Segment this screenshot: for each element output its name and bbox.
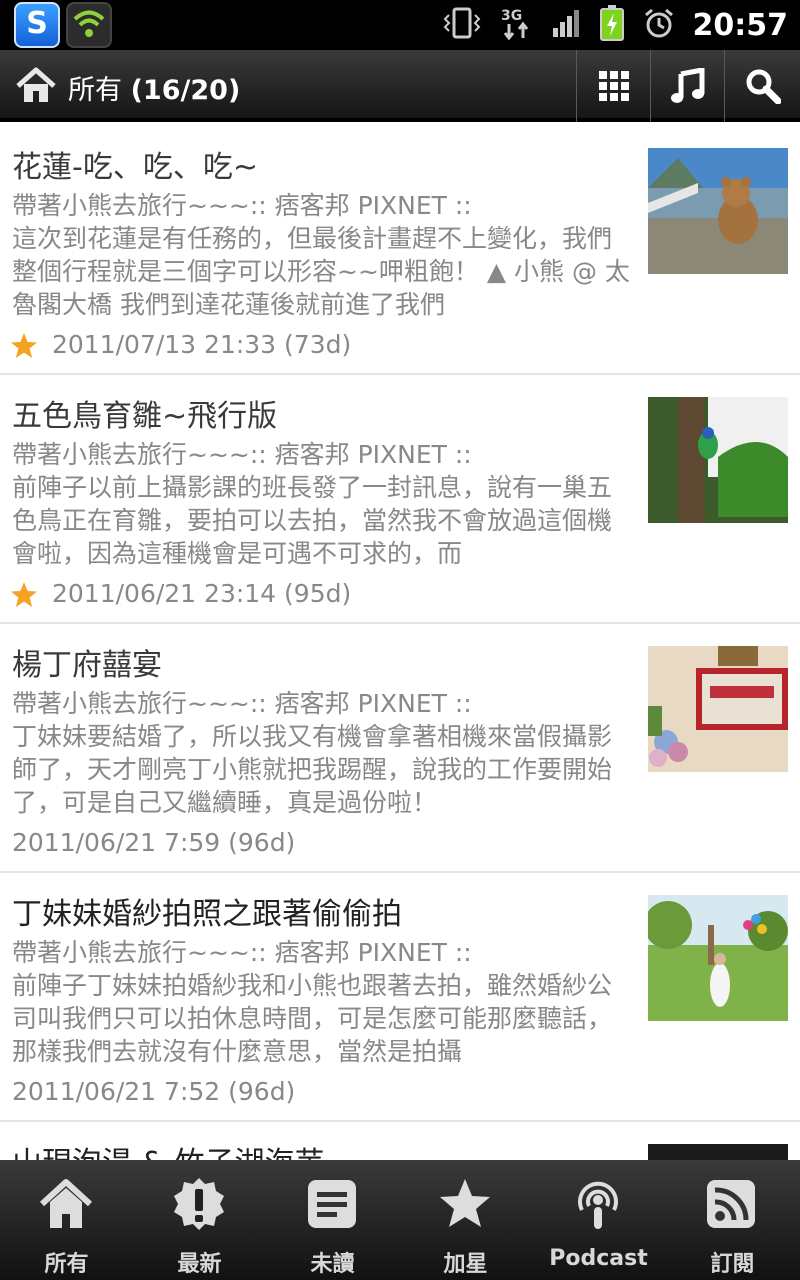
article-source: 帶著小熊去旅行~~~:: 痞客邦 PIXNET :: — [12, 689, 472, 718]
home-icon — [39, 1179, 93, 1228]
alarm-icon — [643, 7, 675, 43]
shield-app-notification-icon — [66, 2, 112, 48]
podcast-icon — [578, 1181, 618, 1229]
article-source: 帶著小熊去旅行~~~:: 痞客邦 PIXNET :: — [12, 938, 472, 967]
article-source: 帶著小熊去旅行~~~:: 痞客邦 PIXNET :: — [12, 191, 472, 220]
nav-unread[interactable]: 未讀 — [266, 1160, 399, 1280]
article-source: 帶著小熊去旅行~~~:: 痞客邦 PIXNET :: — [12, 440, 472, 469]
nav-label: 訂閱 — [710, 1252, 755, 1277]
nav-subscriptions[interactable]: 訂閱 — [665, 1160, 800, 1280]
article-list[interactable]: 花蓮-吃、吃、吃~ 帶著小熊去旅行~~~:: 痞客邦 PIXNET :: 這次到… — [0, 126, 800, 1160]
article-summary: 這次到花蓮是有任務的，但最後計畫趕不上變化，我們整個行程就是三個字可以形容~~呷… — [12, 224, 630, 319]
article-title: 花蓮-吃、吃、吃~ — [12, 150, 258, 185]
status-clock: 20:57 — [692, 7, 789, 43]
nav-all[interactable]: 所有 — [0, 1160, 133, 1280]
home-icon[interactable] — [14, 64, 58, 108]
article-date: 2011/06/21 7:59 (96d) — [12, 828, 296, 857]
top-action-bar: 所有 (16/20) — [0, 50, 800, 122]
grid-icon — [599, 71, 629, 101]
nav-label: 未讀 — [310, 1252, 355, 1277]
network-3g-icon: 3G — [499, 6, 533, 44]
list-item[interactable]: 五色鳥育雛~飛行版 帶著小熊去旅行~~~:: 痞客邦 PIXNET :: 前陣子… — [0, 375, 800, 624]
status-bar: S 3G 20:57 — [0, 0, 800, 50]
article-title: 丁妹妹婚紗拍照之跟著偷偷拍 — [12, 897, 402, 932]
document-icon — [308, 1180, 356, 1228]
star-icon[interactable] — [10, 332, 38, 360]
bottom-navigation: 所有 最新 未讀 加星 Podcast 訂閱 — [0, 1160, 800, 1280]
page-title: 所有 (16/20) — [68, 68, 240, 107]
nav-label: 加星 — [443, 1252, 488, 1277]
s-app-notification-icon: S — [14, 2, 60, 48]
rss-icon — [707, 1180, 755, 1228]
nav-podcast[interactable]: Podcast — [532, 1160, 665, 1280]
article-title: 五色鳥育雛~飛行版 — [12, 399, 278, 434]
list-item[interactable]: 花蓮-吃、吃、吃~ 帶著小熊去旅行~~~:: 痞客邦 PIXNET :: 這次到… — [0, 126, 800, 375]
nav-label: Podcast — [549, 1246, 648, 1271]
unread-count: (16/20) — [130, 75, 241, 106]
article-summary: 前陣子丁妹妹拍婚紗我和小熊也跟著去拍，雖然婚紗公司叫我們只可以拍休息時間，可是怎… — [12, 971, 613, 1066]
thumbnail-barbet-bird — [648, 397, 788, 523]
list-item[interactable]: 山現泡湯 & 竹子湖海芋 — [0, 1122, 800, 1160]
thumbnail-wedding-banner — [648, 646, 788, 772]
grid-view-button[interactable] — [576, 50, 651, 122]
nav-label: 最新 — [177, 1252, 222, 1277]
search-button[interactable] — [724, 50, 800, 122]
article-summary: 前陣子以前上攝影課的班長發了一封訊息，說有一巢五色鳥正在育雛，要拍可以去拍，當然… — [12, 473, 613, 568]
nav-label: 所有 — [44, 1252, 89, 1277]
thumbnail-bear-bridge — [648, 148, 788, 274]
signal-strength-icon — [551, 8, 581, 42]
search-icon — [746, 69, 781, 104]
svg-text:3G: 3G — [501, 8, 522, 24]
music-button[interactable] — [650, 50, 725, 122]
article-summary: 丁妹妹要結婚了，所以我又有機會拿著相機來當假攝影師了，天才剛亮丁小熊就把我踢醒，… — [12, 722, 613, 817]
list-item[interactable]: 丁妹妹婚紗拍照之跟著偷偷拍 帶著小熊去旅行~~~:: 痞客邦 PIXNET ::… — [0, 873, 800, 1122]
battery-charging-icon — [599, 5, 625, 45]
article-date: 2011/06/21 7:52 (96d) — [12, 1077, 296, 1106]
vibrate-icon — [443, 7, 481, 43]
thumbnail-wedding-photo — [648, 895, 788, 1021]
alert-badge-icon — [174, 1178, 224, 1230]
article-date: 2011/07/13 21:33 (73d) — [52, 330, 352, 359]
article-date: 2011/06/21 23:14 (95d) — [52, 579, 352, 608]
nav-starred[interactable]: 加星 — [399, 1160, 532, 1280]
star-icon — [440, 1179, 490, 1227]
article-title: 楊丁府囍宴 — [12, 648, 162, 683]
thumbnail-partial — [648, 1144, 788, 1160]
nav-latest[interactable]: 最新 — [133, 1160, 266, 1280]
music-note-icon — [671, 68, 705, 103]
title-label: 所有 — [68, 75, 122, 106]
list-item[interactable]: 楊丁府囍宴 帶著小熊去旅行~~~:: 痞客邦 PIXNET :: 丁妹妹要結婚了… — [0, 624, 800, 873]
star-icon[interactable] — [10, 581, 38, 609]
article-title: 山現泡湯 & 竹子湖海芋 — [12, 1138, 324, 1160]
